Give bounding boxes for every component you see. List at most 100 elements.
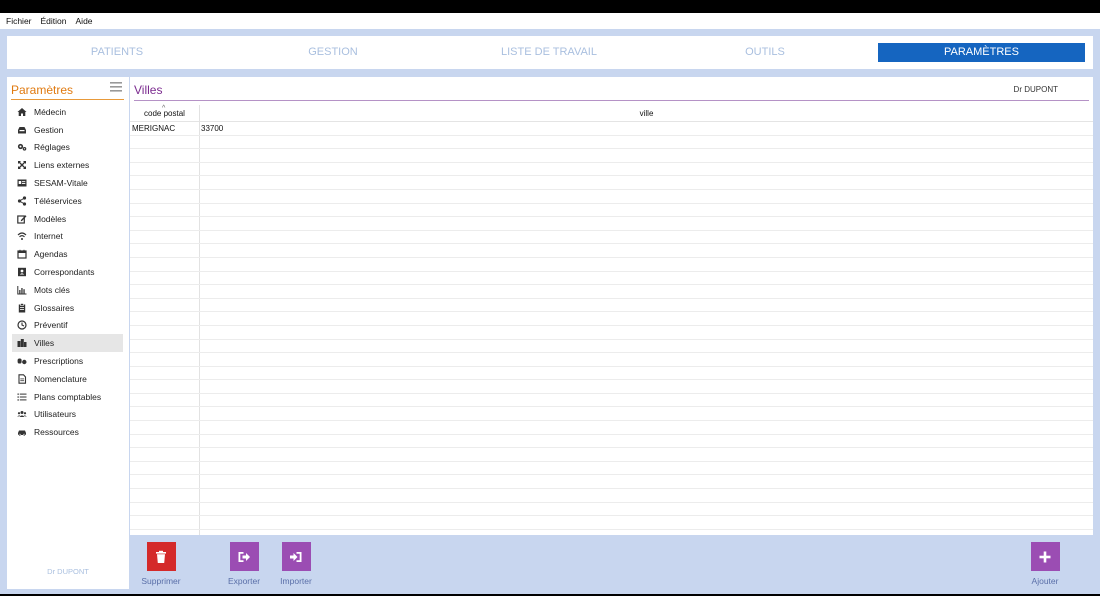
empty-table-row [130, 176, 1093, 190]
delete-button[interactable] [146, 542, 176, 571]
sidebar-item-reglages[interactable]: Réglages [12, 139, 123, 157]
sidebar-item-label: Réglages [34, 142, 70, 153]
sidebar: Paramètres Médecin Gestion Réglages Lien… [7, 77, 129, 589]
cities-table: ^ code postal ville MERIGNAC 33700 [130, 105, 1093, 535]
sidebar-item-label: Utilisateurs [34, 409, 77, 420]
sidebar-item-mots-cles[interactable]: Mots clés [12, 281, 123, 299]
empty-table-row [130, 244, 1093, 258]
clock-icon [17, 320, 27, 331]
tab-liste-de-travail[interactable]: LISTE DE TRAVAIL [469, 43, 629, 62]
empty-table-row [130, 353, 1093, 367]
menu-bar: Fichier Édition Aide [0, 13, 1100, 29]
main-panel: Villes Dr DUPONT ^ code postal ville MER… [130, 77, 1093, 535]
sign-in-icon [290, 551, 302, 562]
trash-icon [156, 550, 166, 563]
app-window: Fichier Édition Aide PATIENTS GESTION LI… [0, 13, 1100, 596]
sidebar-item-label: Agendas [34, 249, 68, 260]
sidebar-item-medecin[interactable]: Médecin [12, 103, 123, 121]
menu-fichier[interactable]: Fichier [6, 16, 32, 26]
sign-out-icon [238, 551, 250, 562]
empty-table-row [130, 258, 1093, 272]
menu-aide[interactable]: Aide [76, 16, 93, 26]
sidebar-item-correspondants[interactable]: Correspondants [12, 263, 123, 281]
empty-table-row [130, 204, 1093, 218]
sidebar-item-glossaires[interactable]: Glossaires [12, 299, 123, 317]
empty-table-row [130, 190, 1093, 204]
building-icon [17, 339, 27, 348]
empty-table-row [130, 312, 1093, 326]
export-label: Exporter [227, 576, 261, 586]
menu-edition[interactable]: Édition [41, 16, 67, 26]
table-row[interactable]: MERIGNAC 33700 [130, 122, 1093, 136]
contact-card-icon [18, 267, 26, 277]
export-button[interactable] [229, 542, 259, 571]
sidebar-item-label: Téléservices [34, 195, 82, 206]
wifi-icon [17, 232, 27, 241]
sidebar-item-label: Prescriptions [34, 356, 84, 367]
empty-table-row [130, 217, 1093, 231]
sidebar-item-label: Correspondants [34, 267, 95, 278]
share-icon [17, 196, 27, 206]
sidebar-item-label: Nomenclature [34, 373, 87, 384]
sidebar-item-agendas[interactable]: Agendas [12, 245, 123, 263]
import-button[interactable] [281, 542, 311, 571]
column-header-code-postal[interactable]: ^ code postal [130, 105, 199, 122]
sidebar-item-internet[interactable]: Internet [12, 228, 123, 246]
empty-table-row [130, 340, 1093, 354]
sidebar-item-label: Médecin [34, 106, 67, 117]
empty-table-row [130, 299, 1093, 313]
empty-table-row [130, 367, 1093, 381]
add-button[interactable] [1030, 542, 1060, 571]
car-icon [18, 430, 26, 437]
expand-arrows-icon [18, 161, 26, 170]
action-bar: Supprimer Exporter Importer Ajouter [130, 535, 1093, 589]
tab-outils[interactable]: OUTILS [685, 43, 845, 62]
clipboard-icon [18, 302, 26, 313]
sidebar-item-preventif[interactable]: Préventif [12, 317, 123, 335]
column-header-ville[interactable]: ville [200, 105, 1093, 122]
top-navigation: PATIENTS GESTION LISTE DE TRAVAIL OUTILS… [7, 36, 1093, 69]
hamburger-menu-icon[interactable] [110, 82, 122, 92]
empty-table-row [130, 489, 1093, 503]
sidebar-item-gestion[interactable]: Gestion [12, 121, 123, 139]
sidebar-item-label: Internet [34, 231, 63, 242]
tab-gestion[interactable]: GESTION [253, 43, 413, 62]
sidebar-item-villes[interactable]: Villes [12, 334, 123, 353]
users-icon [17, 411, 27, 418]
sidebar-title-underline [11, 99, 124, 100]
sidebar-title: Paramètres [11, 83, 74, 97]
sidebar-item-nomenclature[interactable]: Nomenclature [12, 370, 123, 388]
empty-table-row [130, 421, 1093, 435]
sidebar-user-name: Dr DUPONT [47, 567, 89, 576]
sidebar-item-label: Glossaires [34, 302, 75, 313]
sidebar-item-sesam-vitale[interactable]: SESAM-Vitale [12, 174, 123, 192]
pills-icon [17, 358, 27, 365]
empty-table-row [130, 462, 1093, 476]
sidebar-item-label: Modèles [34, 213, 67, 224]
empty-table-row [130, 149, 1093, 163]
sidebar-item-modeles[interactable]: Modèles [12, 210, 123, 228]
sidebar-item-prescriptions[interactable]: Prescriptions [12, 352, 123, 370]
current-user: Dr DUPONT [1013, 85, 1058, 94]
tab-patients[interactable]: PATIENTS [37, 43, 197, 62]
sidebar-item-ressources[interactable]: Ressources [12, 423, 123, 441]
sidebar-item-plans-comptables[interactable]: Plans comptables [12, 388, 123, 406]
sidebar-item-liens-externes[interactable]: Liens externes [12, 156, 123, 174]
empty-table-row [130, 136, 1093, 150]
sidebar-item-teleservices[interactable]: Téléservices [12, 192, 123, 210]
table-body: MERIGNAC 33700 [130, 122, 1093, 530]
sidebar-item-label: Gestion [34, 124, 64, 135]
empty-table-row [130, 394, 1093, 408]
export-action: Exporter [219, 542, 269, 586]
plus-icon [1039, 551, 1051, 562]
empty-table-row [130, 272, 1093, 286]
table-header: ^ code postal ville [130, 105, 1093, 122]
calendar-icon [17, 250, 27, 259]
sidebar-item-utilisateurs[interactable]: Utilisateurs [12, 406, 123, 424]
document-icon [18, 374, 27, 384]
empty-table-row [130, 285, 1093, 299]
tab-parametres[interactable]: PARAMÈTRES [878, 43, 1085, 62]
empty-table-row [130, 448, 1093, 462]
sidebar-item-label: Villes [34, 338, 55, 349]
sidebar-item-label: Plans comptables [34, 391, 102, 402]
